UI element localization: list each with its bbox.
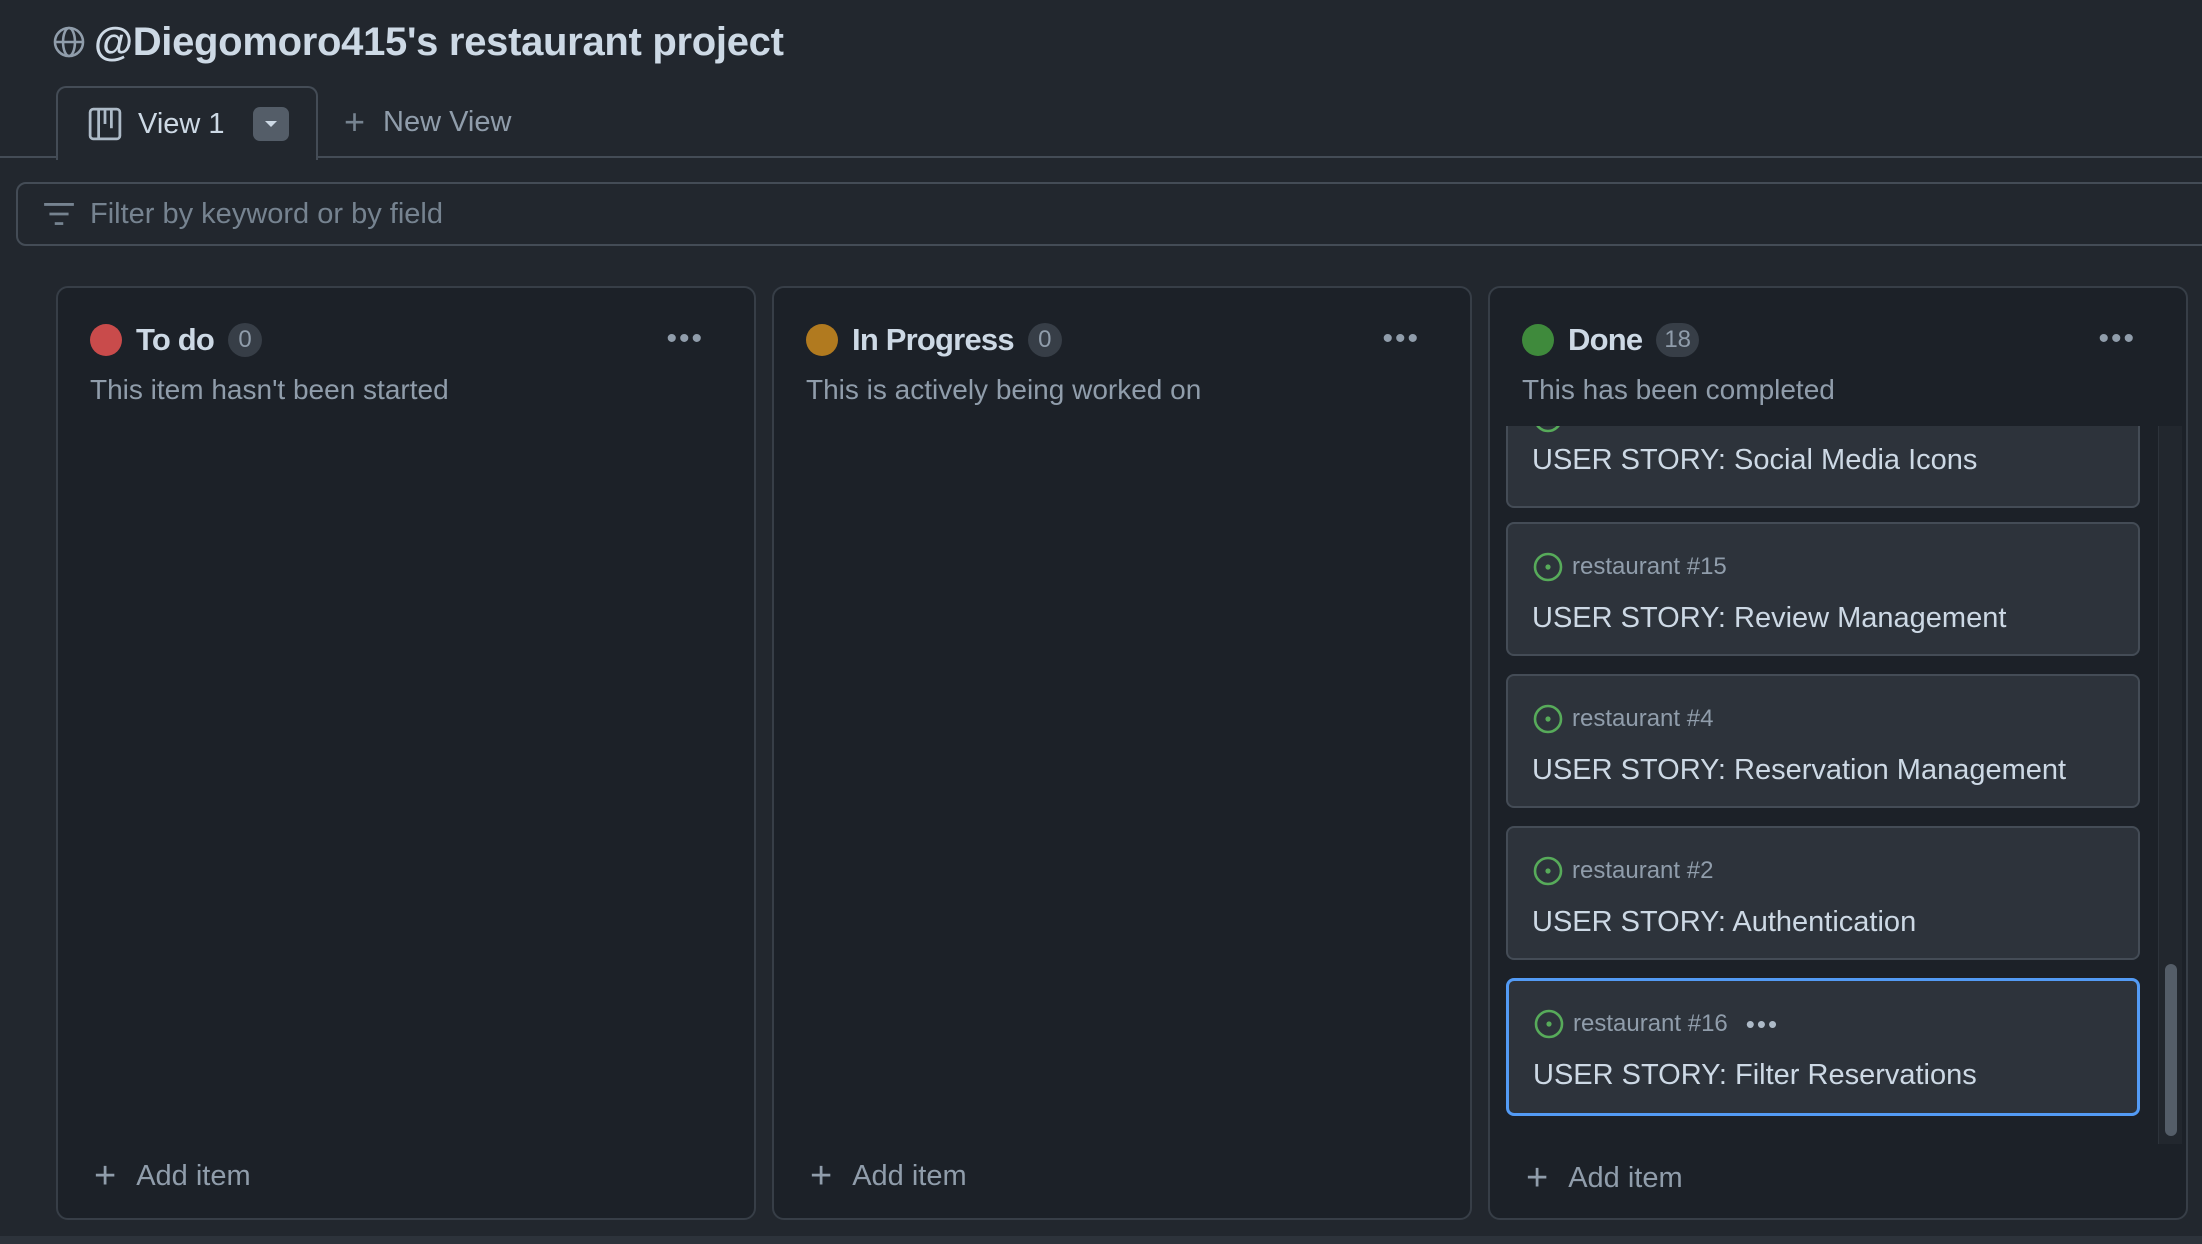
column-todo: To do 0 ••• This item hasn't been starte… <box>56 286 756 1220</box>
issue-opened-icon <box>1533 552 1563 582</box>
scrollbar-thumb[interactable] <box>2165 964 2177 1136</box>
view-options-button[interactable] <box>252 107 289 141</box>
issue-card-selected[interactable]: restaurant #16 ••• USER STORY: Filter Re… <box>1506 978 2140 1116</box>
card-meta: restaurant #4 <box>1532 702 1713 736</box>
issue-card[interactable]: USER STORY: Social Media Icons <box>1506 426 2140 508</box>
item-count-badge: 18 <box>1656 323 1700 357</box>
add-item-button[interactable]: + Add item <box>810 1156 967 1196</box>
caret-down-icon <box>264 121 277 127</box>
issue-opened-icon <box>1533 704 1563 734</box>
column-header: In Progress 0 <box>806 320 1062 360</box>
globe-icon <box>53 26 85 58</box>
add-item-button[interactable]: + Add item <box>1526 1158 1683 1198</box>
board-icon <box>88 107 122 141</box>
status-dot <box>1522 324 1554 356</box>
card-title[interactable]: USER STORY: Review Management <box>1532 602 2006 635</box>
issue-reference[interactable]: restaurant #2 <box>1572 857 1713 885</box>
card-title[interactable]: USER STORY: Filter Reservations <box>1533 1059 1977 1092</box>
issue-card[interactable]: restaurant #15 USER STORY: Review Manage… <box>1506 522 2140 656</box>
issue-reference[interactable]: restaurant #16 <box>1573 1010 1728 1038</box>
project-header: @Diegomoro415's restaurant project <box>52 14 784 70</box>
new-view-button[interactable]: + New View <box>344 102 511 142</box>
column-menu-icon[interactable]: ••• <box>1382 324 1420 354</box>
column-description: This is actively being worked on <box>806 374 1202 405</box>
column-description: This has been completed <box>1522 374 1835 405</box>
card-meta: restaurant #2 <box>1532 854 1713 888</box>
filter-bar <box>16 182 2202 246</box>
column-description: This item hasn't been started <box>90 374 449 405</box>
column-header: Done 18 <box>1522 320 1700 360</box>
new-view-label: New View <box>383 105 512 138</box>
column-menu-icon[interactable]: ••• <box>2098 324 2136 354</box>
plus-icon: + <box>344 101 366 142</box>
card-title[interactable]: USER STORY: Reservation Management <box>1532 754 2066 787</box>
tab-label: View 1 <box>138 107 225 140</box>
issue-opened-icon <box>1534 1009 1564 1039</box>
filter-input[interactable] <box>90 197 1290 231</box>
filter-icon <box>44 203 74 225</box>
page-title: @Diegomoro415's restaurant project <box>94 19 784 64</box>
plus-icon: + <box>810 1155 833 1197</box>
card-meta: restaurant #16 ••• <box>1533 1007 1779 1041</box>
issue-reference[interactable]: restaurant #4 <box>1572 705 1713 733</box>
column-header: To do 0 <box>90 320 263 360</box>
issue-reference[interactable]: restaurant #15 <box>1572 553 1727 581</box>
card-meta: restaurant #15 <box>1532 550 1727 584</box>
issue-opened-icon <box>1533 856 1563 886</box>
plus-icon: + <box>94 1155 117 1197</box>
column-name: Done <box>1568 322 1643 357</box>
column-menu-icon[interactable]: ••• <box>666 324 704 354</box>
column-name: In Progress <box>852 322 1015 357</box>
plus-icon: + <box>1526 1157 1549 1199</box>
item-count-badge: 0 <box>228 323 263 357</box>
issue-card[interactable]: restaurant #2 USER STORY: Authentication <box>1506 826 2140 960</box>
column-done: Done 18 ••• This has been completed USER… <box>1488 286 2188 1220</box>
card-title: USER STORY: Social Media Icons <box>1532 444 1978 476</box>
card-menu-icon[interactable]: ••• <box>1746 1009 1779 1040</box>
column-in-progress: In Progress 0 ••• This is actively being… <box>772 286 1472 1220</box>
add-item-label: Add item <box>136 1159 251 1192</box>
add-item-button[interactable]: + Add item <box>94 1156 251 1196</box>
bottom-edge <box>0 1236 2202 1244</box>
status-dot <box>90 324 122 356</box>
add-item-label: Add item <box>1568 1161 1683 1194</box>
status-dot <box>806 324 838 356</box>
card-list[interactable]: USER STORY: Social Media Icons restauran… <box>1490 426 2186 1144</box>
add-item-label: Add item <box>852 1159 967 1192</box>
tab-view-1[interactable]: View 1 <box>56 86 318 160</box>
issue-card[interactable]: restaurant #4 USER STORY: Reservation Ma… <box>1506 674 2140 808</box>
view-tabs: View 1 + New View <box>0 84 2202 160</box>
project-board: @Diegomoro415's restaurant project View … <box>0 0 2202 1244</box>
scrollbar[interactable] <box>2158 426 2182 1144</box>
item-count-badge: 0 <box>1027 323 1062 357</box>
issue-opened-icon <box>1536 426 1560 433</box>
column-name: To do <box>136 322 215 357</box>
card-title[interactable]: USER STORY: Authentication <box>1532 906 1916 939</box>
